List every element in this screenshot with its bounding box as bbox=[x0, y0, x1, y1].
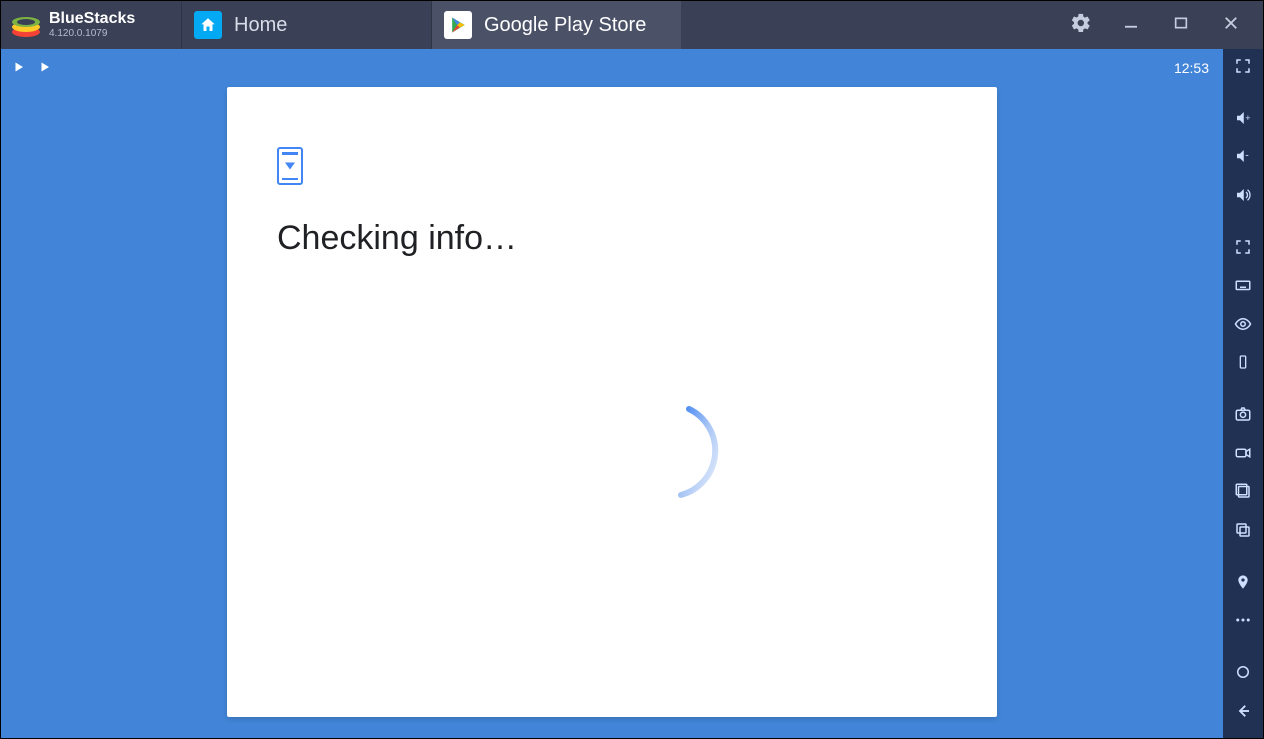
install-device-icon bbox=[277, 147, 303, 185]
brand-text: BlueStacks 4.120.0.1079 bbox=[49, 11, 135, 39]
app-version: 4.120.0.1079 bbox=[49, 29, 135, 39]
keyboard-button[interactable] bbox=[1227, 272, 1259, 303]
window-controls bbox=[1059, 1, 1263, 49]
svg-text:+: + bbox=[1245, 113, 1250, 123]
status-notification-icons bbox=[13, 61, 51, 76]
gear-icon bbox=[1070, 12, 1092, 39]
record-button[interactable] bbox=[1227, 440, 1259, 471]
close-button[interactable] bbox=[1209, 1, 1253, 49]
stage: Checking info… bbox=[1, 87, 1223, 738]
gallery-button[interactable] bbox=[1227, 478, 1259, 509]
play-triangle-icon bbox=[39, 61, 51, 76]
location-pin-icon bbox=[1235, 573, 1251, 596]
tab-home[interactable]: Home bbox=[181, 1, 431, 49]
titlebar: BlueStacks 4.120.0.1079 Home Google Play… bbox=[1, 1, 1263, 49]
checking-info-card: Checking info… bbox=[227, 87, 997, 717]
status-clock: 12:53 bbox=[1174, 60, 1209, 76]
tab-label: Home bbox=[234, 14, 287, 37]
video-icon bbox=[1234, 444, 1252, 467]
play-store-icon bbox=[444, 11, 472, 39]
gallery-icon bbox=[1234, 482, 1252, 505]
play-triangle-icon bbox=[13, 61, 25, 76]
screenshot-button[interactable] bbox=[1227, 401, 1259, 432]
more-horizontal-icon bbox=[1234, 611, 1252, 634]
tab-google-play-store[interactable]: Google Play Store bbox=[431, 1, 681, 49]
volume-mute-button[interactable] bbox=[1227, 182, 1259, 213]
keyboard-icon bbox=[1234, 276, 1252, 299]
rotate-device-icon bbox=[1235, 353, 1251, 376]
card-title: Checking info… bbox=[277, 219, 947, 258]
settings-button[interactable] bbox=[1059, 1, 1103, 49]
volume-up-button[interactable]: + bbox=[1227, 105, 1259, 136]
maximize-icon bbox=[1173, 15, 1189, 36]
eye-icon bbox=[1234, 315, 1252, 338]
titlebar-spacer bbox=[681, 1, 1059, 49]
android-home-button[interactable] bbox=[1227, 659, 1259, 690]
location-button[interactable] bbox=[1227, 569, 1259, 600]
body: 12:53 Checking info… bbox=[1, 49, 1263, 738]
volume-down-button[interactable]: - bbox=[1227, 143, 1259, 174]
right-sidebar: + - bbox=[1223, 49, 1263, 738]
rotate-device-button[interactable] bbox=[1227, 349, 1259, 380]
android-screen: 12:53 Checking info… bbox=[1, 49, 1223, 738]
android-back-button[interactable] bbox=[1227, 698, 1259, 729]
maximize-button[interactable] bbox=[1159, 1, 1203, 49]
copy-button[interactable] bbox=[1227, 517, 1259, 548]
volume-up-icon: + bbox=[1234, 109, 1252, 132]
volume-down-icon: - bbox=[1234, 147, 1252, 170]
minimize-icon bbox=[1122, 14, 1140, 37]
loading-spinner-icon bbox=[619, 397, 729, 507]
android-back-icon bbox=[1234, 702, 1252, 725]
brand: BlueStacks 4.120.0.1079 bbox=[1, 1, 181, 49]
tab-label: Google Play Store bbox=[484, 14, 646, 37]
eye-button[interactable] bbox=[1227, 311, 1259, 342]
android-home-icon bbox=[1234, 663, 1252, 686]
camera-icon bbox=[1234, 405, 1252, 428]
volume-mute-icon bbox=[1234, 186, 1252, 209]
app-name: BlueStacks bbox=[49, 11, 135, 27]
expand-button[interactable] bbox=[1227, 234, 1259, 265]
android-status-bar: 12:53 bbox=[1, 49, 1223, 87]
svg-text:-: - bbox=[1245, 149, 1249, 161]
app-window: BlueStacks 4.120.0.1079 Home Google Play… bbox=[0, 0, 1264, 739]
house-icon bbox=[194, 11, 222, 39]
fullscreen-toggle-button[interactable] bbox=[1227, 53, 1259, 84]
more-button[interactable] bbox=[1227, 607, 1259, 638]
copy-icon bbox=[1234, 521, 1252, 544]
expand-icon bbox=[1234, 238, 1252, 261]
fullscreen-toggle-icon bbox=[1234, 57, 1252, 80]
close-icon bbox=[1222, 14, 1240, 37]
minimize-button[interactable] bbox=[1109, 1, 1153, 49]
bluestacks-logo-icon bbox=[9, 8, 43, 42]
